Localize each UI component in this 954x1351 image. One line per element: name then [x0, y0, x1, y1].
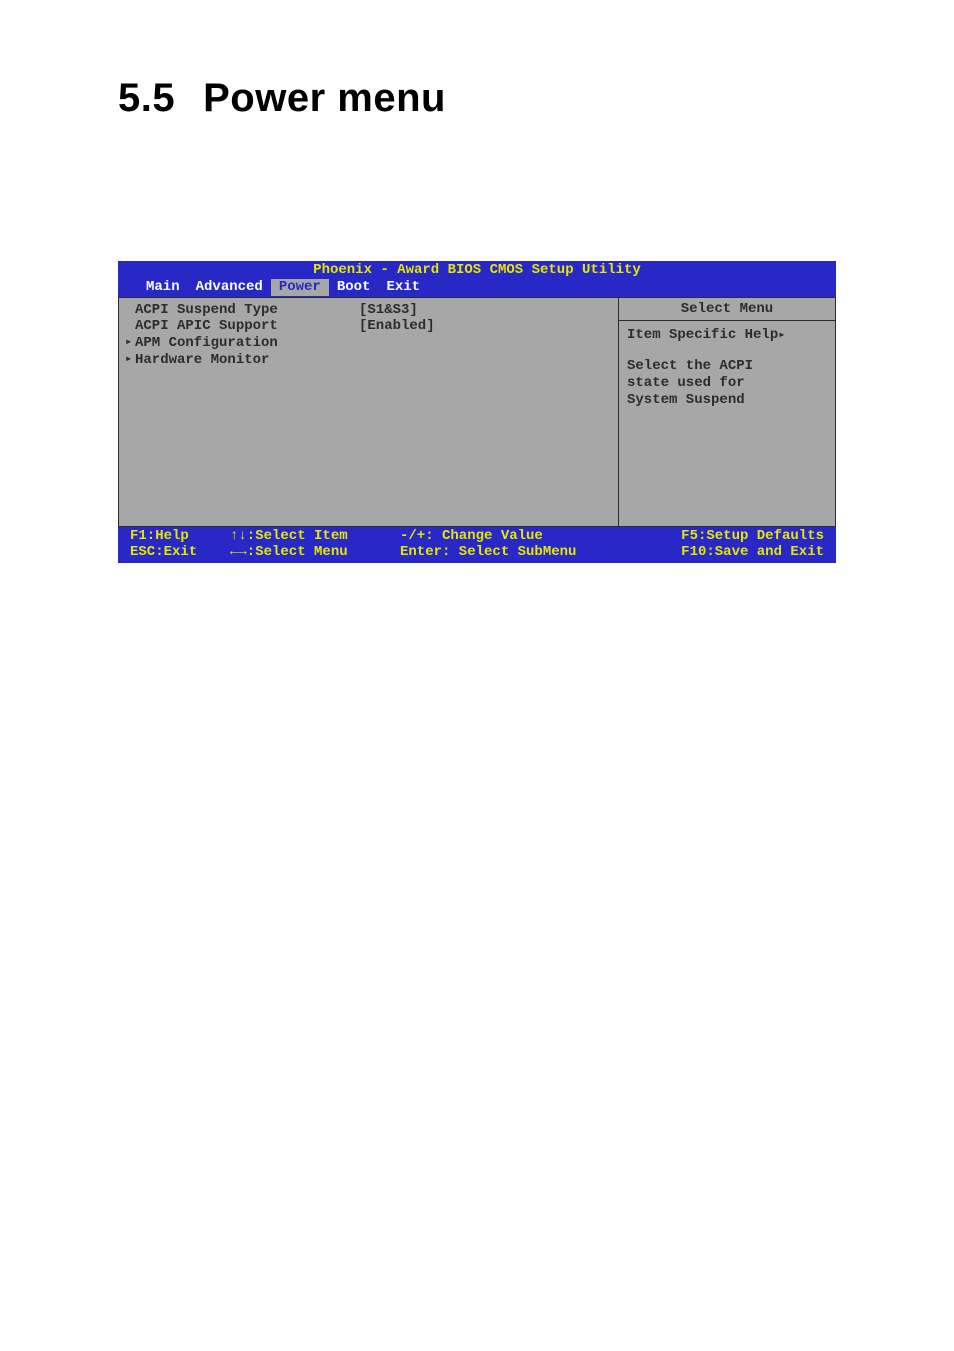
- setting-row-submenu[interactable]: Hardware Monitor: [135, 352, 602, 369]
- bios-menu-bar: Main Advanced Power Boot Exit: [118, 279, 836, 297]
- setting-row-submenu[interactable]: APM Configuration: [135, 335, 602, 352]
- bios-title-bar: Phoenix - Award BIOS CMOS Setup Utility: [118, 261, 836, 279]
- footer-key-select-submenu: Enter: Select SubMenu: [400, 544, 624, 561]
- footer-row: F1:Help ↑↓:Select Item -/+: Change Value…: [130, 528, 824, 545]
- setting-row[interactable]: ACPI Suspend Type [S1&S3]: [135, 302, 602, 319]
- setting-label: ACPI Suspend Type: [135, 302, 359, 319]
- bios-footer: F1:Help ↑↓:Select Item -/+: Change Value…: [118, 527, 836, 564]
- footer-key-select-item: ↑↓:Select Item: [230, 528, 400, 545]
- help-desc-line: state used for: [627, 375, 827, 392]
- help-desc-line: Select the ACPI: [627, 358, 827, 375]
- help-description: Select the ACPI state used for System Su…: [627, 358, 827, 408]
- bios-help-pane: Select Menu Item Specific Help Select th…: [618, 297, 836, 527]
- help-item-specific: Item Specific Help: [627, 327, 827, 344]
- help-desc-line: System Suspend: [627, 392, 827, 409]
- setting-label: Hardware Monitor: [135, 352, 359, 369]
- help-pane-body: Item Specific Help Select the ACPI state…: [619, 321, 835, 414]
- menu-tab-power[interactable]: Power: [271, 279, 329, 296]
- footer-key-help: F1:Help: [130, 528, 230, 545]
- setting-row[interactable]: ACPI APIC Support [Enabled]: [135, 318, 602, 335]
- menu-tab-advanced[interactable]: Advanced: [188, 279, 271, 296]
- footer-row: ESC:Exit ←→:Select Menu Enter: Select Su…: [130, 544, 824, 561]
- bios-screenshot: Phoenix - Award BIOS CMOS Setup Utility …: [118, 261, 836, 563]
- bios-body: ACPI Suspend Type [S1&S3] ACPI APIC Supp…: [118, 297, 836, 527]
- setting-value: [Enabled]: [359, 318, 435, 335]
- footer-key-change: -/+: Change Value: [400, 528, 624, 545]
- section-title: Power menu: [203, 76, 446, 120]
- menu-tab-boot[interactable]: Boot: [329, 279, 379, 296]
- menu-tab-exit[interactable]: Exit: [378, 279, 428, 296]
- setting-value: [S1&S3]: [359, 302, 418, 319]
- page: 5.5 Power menu Phoenix - Award BIOS CMOS …: [0, 0, 954, 563]
- setting-label: APM Configuration: [135, 335, 359, 352]
- footer-key-save: F10:Save and Exit: [624, 544, 824, 561]
- bios-left-pane: ACPI Suspend Type [S1&S3] ACPI APIC Supp…: [118, 297, 618, 527]
- section-heading: 5.5 Power menu: [118, 76, 836, 121]
- setting-label: ACPI APIC Support: [135, 318, 359, 335]
- menu-tab-main[interactable]: Main: [138, 279, 188, 296]
- footer-key-defaults: F5:Setup Defaults: [624, 528, 824, 545]
- help-pane-title: Select Menu: [619, 298, 835, 322]
- footer-key-select-menu: ←→:Select Menu: [230, 544, 400, 561]
- section-number: 5.5: [118, 76, 175, 120]
- footer-key-exit: ESC:Exit: [130, 544, 230, 561]
